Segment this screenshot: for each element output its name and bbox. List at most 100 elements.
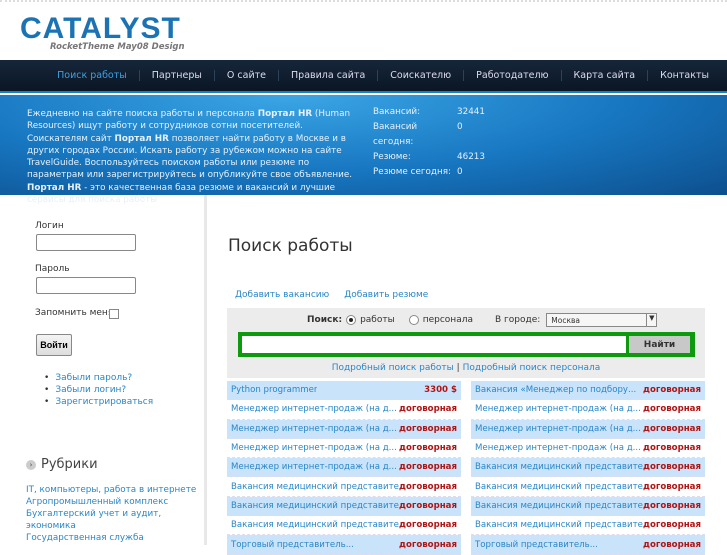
city-select[interactable]: Москва ▼ — [546, 313, 658, 327]
job-row: Вакансия медицинский представитель... дог… — [471, 516, 705, 536]
job-title-link[interactable]: Менеджер интернет-продаж (на д... — [475, 443, 641, 453]
job-salary: договорная — [399, 520, 457, 531]
arrow-right-icon: › — [26, 459, 36, 470]
rubric-link[interactable]: Бухгалтерский учет и аудит, — [26, 508, 196, 520]
stat-row: Резюме: 46213 — [373, 150, 485, 165]
stat-label: Резюме: — [373, 152, 411, 162]
login-input[interactable] — [36, 234, 136, 251]
job-row: Торговый представитель... договорная — [227, 535, 461, 555]
actions: Добавить вакансию Добавить резюме — [235, 290, 428, 300]
rubrics-title: Рубрики — [41, 457, 98, 472]
nav-item[interactable]: Карта сайта — [562, 70, 649, 81]
job-salary: договорная — [643, 385, 701, 396]
job-title-link[interactable]: Менеджер интернет-продаж (на д... — [231, 443, 397, 453]
rubric-link[interactable]: Агропромышленный комплекс — [26, 496, 196, 508]
job-title-link[interactable]: Вакансия медицинский представитель... — [475, 462, 643, 472]
job-row: Вакансия медицинский представитель... дог… — [227, 496, 461, 517]
job-row: Вакансия «Менеджер по подбору... договорн… — [471, 381, 705, 401]
stat-label: Вакансий сегодня: — [373, 122, 418, 147]
rubric-link[interactable]: IT, компьютеры, работа в интернете — [26, 484, 196, 496]
job-title-link[interactable]: Менеджер интернет-продаж (на д... — [231, 404, 397, 414]
job-salary: договорная — [399, 404, 457, 415]
job-salary: договорная — [643, 423, 701, 434]
stat-row: Вакансий: 32441 — [373, 105, 485, 120]
job-row: Вакансия медицинский представитель... дог… — [227, 516, 461, 536]
job-salary: договорная — [643, 443, 701, 454]
nav-item[interactable]: Контакты — [648, 70, 721, 81]
stat-value: 0 — [457, 122, 463, 132]
register-link[interactable]: Зарегистрироваться — [44, 396, 153, 408]
brand-name: Портал HR — [114, 133, 169, 144]
advanced-job-search-link[interactable]: Подробный поиск работы — [332, 363, 454, 373]
remember-checkbox[interactable] — [109, 309, 119, 319]
tagline: RocketTheme May08 Design — [50, 42, 185, 52]
page-title: Поиск работы — [228, 236, 353, 256]
job-row: Менеджер интернет-продаж (на д... договор… — [227, 458, 461, 478]
job-salary: договорная — [643, 481, 701, 492]
job-title-link[interactable]: Вакансия медицинский представитель... — [475, 520, 643, 530]
job-salary: договорная — [643, 520, 701, 531]
radio-staff[interactable] — [408, 315, 419, 325]
job-row: Вакансия медицинский представитель... дог… — [471, 477, 705, 497]
search-input[interactable] — [242, 336, 626, 353]
rubric-link[interactable]: Государственная служба — [26, 532, 196, 544]
job-salary: 3300 $ — [424, 385, 457, 396]
logo[interactable]: CATALYST — [20, 12, 181, 46]
job-title-link[interactable]: Вакансия медицинский представитель... — [475, 482, 643, 492]
job-title-link[interactable]: Python programmer — [231, 385, 317, 395]
login-button[interactable]: Войти — [36, 334, 72, 356]
stat-label: Резюме сегодня: — [373, 167, 451, 177]
stat-value: 32441 — [457, 107, 485, 117]
remember-label: Запомнить меня — [35, 308, 114, 318]
nav-item[interactable]: Работодателю — [464, 70, 562, 81]
stat-value: 0 — [457, 167, 463, 177]
forgot-password-link[interactable]: Забыли пароль? — [44, 372, 153, 384]
radio-jobs[interactable] — [346, 315, 357, 325]
job-title-link[interactable]: Менеджер интернет-продаж (на д... — [475, 404, 641, 414]
stat-row: Вакансий сегодня: 0 — [373, 120, 485, 150]
forgot-login-link[interactable]: Забыли логин? — [44, 384, 153, 396]
banner: Ежедневно на сайте поиска работы и персо… — [0, 95, 727, 205]
job-row: Менеджер интернет-продаж (на д... договор… — [227, 400, 461, 420]
advanced-search-links: Подробный поиск работы | Подробный поиск… — [227, 363, 705, 373]
job-salary: договорная — [399, 443, 457, 454]
job-salary: договорная — [399, 423, 457, 434]
job-title-link[interactable]: Менеджер интернет-продаж (на д... — [231, 462, 397, 472]
separator: | — [456, 363, 460, 373]
job-row: Python programmer 3300 $ — [227, 381, 461, 401]
brand-name: Портал HR — [257, 109, 313, 119]
job-title-link[interactable]: Вакансия медицинский представитель... — [475, 501, 643, 511]
brand-name: Портал HR — [27, 182, 82, 193]
password-input[interactable] — [36, 277, 136, 294]
job-row: Торговый представитель... договорная — [471, 535, 705, 555]
job-title-link[interactable]: Менеджер интернет-продаж (на д... — [231, 424, 397, 434]
password-label: Пароль — [35, 264, 70, 274]
nav-item[interactable]: Соискателю — [378, 70, 465, 81]
job-title-link[interactable]: Вакансия медицинский представитель... — [231, 482, 399, 492]
job-title-link[interactable]: Вакансия «Менеджер по подбору... — [475, 385, 636, 395]
jobs-right-column: Вакансия «Менеджер по подбору... договорн… — [471, 381, 705, 555]
add-vacancy-link[interactable]: Добавить вакансию — [235, 290, 329, 300]
job-title-link[interactable]: Менеджер интернет-продаж (на д... — [475, 424, 641, 434]
nav-item[interactable]: О сайте — [215, 70, 280, 81]
radio-jobs-label: работы — [360, 315, 395, 325]
job-row: Вакансия медицинский представитель... дог… — [227, 477, 461, 497]
main-nav: Поиск работы Партнеры О сайте Правила сайта… — [0, 60, 727, 93]
job-row: Менеджер интернет-продаж (на д... договор… — [227, 439, 461, 459]
find-button[interactable]: Найти — [629, 336, 690, 353]
jobs-left-column: Python programmer 3300 $ Менеджер интернет… — [227, 381, 461, 555]
rubric-link[interactable]: экономика — [26, 520, 196, 532]
rubrics-list: IT, компьютеры, работа в интернете Агропр… — [26, 484, 196, 544]
job-title-link[interactable]: Вакансия медицинский представитель... — [231, 520, 399, 530]
stat-label: Вакансий: — [373, 107, 421, 117]
job-row: Менеджер интернет-продаж (на д... договор… — [471, 419, 705, 439]
advanced-staff-search-link[interactable]: Подробный поиск персонала — [463, 363, 601, 373]
job-title-link[interactable]: Вакансия медицинский представитель... — [231, 501, 399, 511]
add-resume-link[interactable]: Добавить резюме — [344, 290, 428, 300]
job-salary: договорная — [399, 462, 457, 473]
nav-item[interactable]: Поиск работы — [45, 70, 140, 81]
nav-item[interactable]: Партнеры — [140, 70, 215, 81]
nav-item[interactable]: Правила сайта — [279, 70, 379, 81]
search-options: Поиск: работы персонала В городе: Москва… — [307, 313, 658, 327]
stat-row: Резюме сегодня: 0 — [373, 165, 485, 180]
